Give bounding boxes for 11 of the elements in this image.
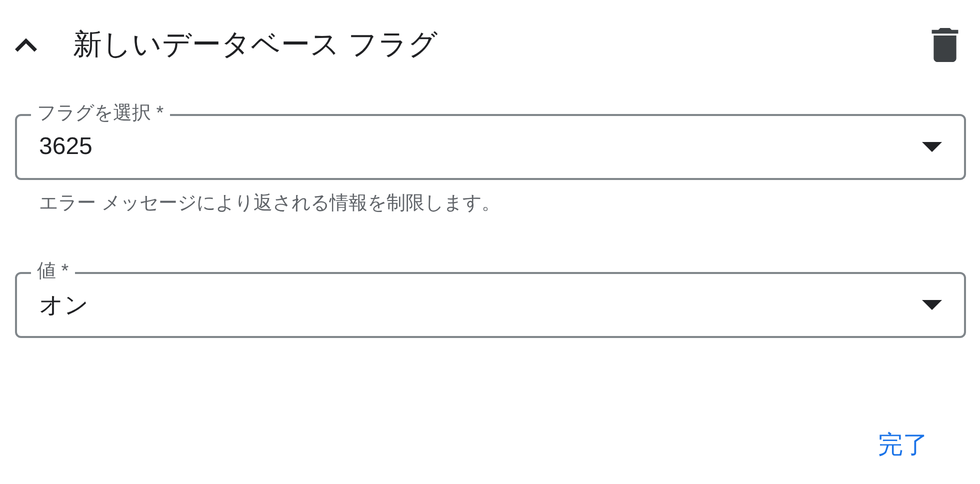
select-field[interactable]: 値 * オン — [15, 259, 966, 338]
dropdown-arrow-icon — [922, 142, 942, 152]
field-value: 3625 — [39, 133, 94, 161]
field-label: フラグを選択 * — [31, 103, 170, 125]
field-value: オン — [39, 291, 90, 321]
section-title: 新しいデータベース フラグ — [73, 28, 440, 63]
select-field[interactable]: フラグを選択 * 3625 — [15, 101, 966, 180]
helper-text: エラー メッセージにより返される情報を制限します。 — [39, 192, 502, 216]
done-button[interactable]: 完了 — [870, 424, 936, 465]
dropdown-arrow-icon — [922, 300, 942, 310]
trash-icon — [930, 28, 960, 62]
